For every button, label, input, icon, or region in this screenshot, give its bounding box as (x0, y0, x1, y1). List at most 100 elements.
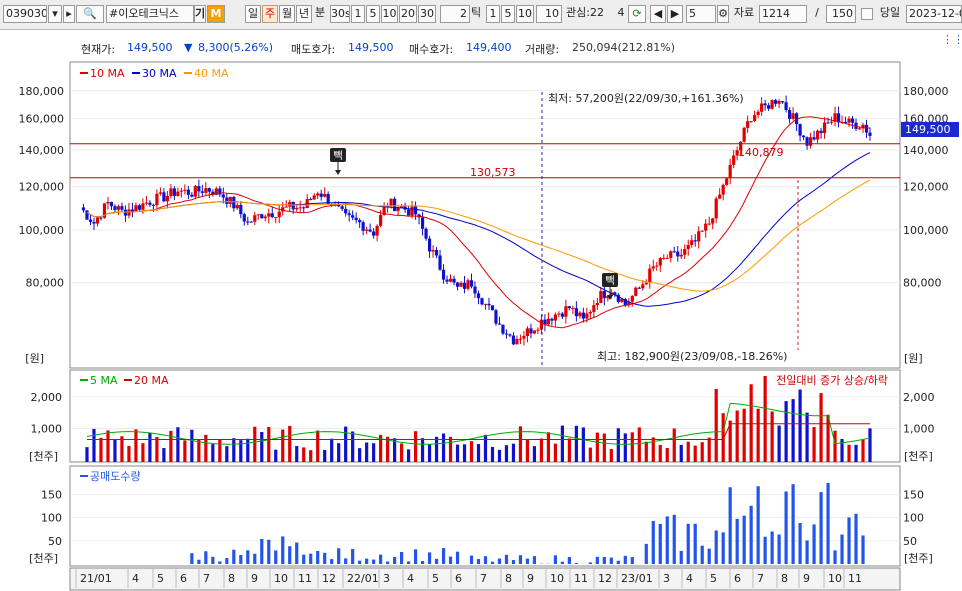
short-bar (833, 550, 837, 564)
min-20-button[interactable]: 20 (399, 5, 417, 23)
candle-body (648, 268, 652, 283)
page-input[interactable]: 150 (826, 5, 856, 23)
min-30-button[interactable]: 30 (418, 5, 436, 23)
short-bar (847, 517, 851, 564)
short-bar (427, 552, 432, 564)
period-month-button[interactable]: 월 (279, 5, 295, 23)
volume-bar (462, 444, 467, 462)
chart-canvas: 180,000 180,000160,000 160,000140,000 140,0… (19, 61, 959, 591)
short-bar (190, 553, 194, 564)
search-icon[interactable]: 🔍 (76, 5, 104, 23)
volume-bar (427, 444, 432, 462)
short-bar (225, 558, 229, 564)
data-count-select[interactable]: 1214 (759, 5, 807, 23)
volume-bar (225, 446, 229, 462)
volume-bar (595, 432, 599, 462)
code-dropdown-icon[interactable]: ▾ (48, 5, 62, 23)
prev-icon[interactable]: ◀ (650, 5, 666, 23)
volume-bar (805, 412, 809, 462)
x-axis-label: 11 (574, 572, 588, 585)
short-axis-label-right: 50 (903, 535, 917, 548)
candle-body (232, 196, 236, 209)
price-axis-label: 140,000 (19, 144, 65, 157)
short-bar (553, 555, 557, 564)
data-label: 자료 (733, 6, 755, 19)
tick-input[interactable]: 2 (440, 5, 470, 23)
tick-10-button[interactable]: 10 (516, 5, 534, 23)
candle-body (312, 195, 316, 200)
short-bar (742, 515, 746, 564)
volume-bar (141, 443, 145, 462)
volume-bar (148, 432, 152, 462)
minute-label: 분 (314, 6, 326, 19)
min-1-button[interactable]: 1 (351, 5, 365, 23)
candle-body (413, 206, 418, 215)
info-icon[interactable]: 기 (194, 5, 206, 23)
candle-body (165, 195, 169, 202)
candle-body (351, 215, 355, 218)
candle-body (106, 201, 110, 204)
volume-bar (630, 432, 634, 462)
candle-body (361, 222, 365, 231)
tick-5-button[interactable]: 5 (501, 5, 515, 23)
candle-body (662, 257, 666, 259)
candle-body (557, 313, 561, 315)
short-bar (826, 482, 830, 564)
candle-body (630, 295, 634, 302)
candle-body (452, 278, 456, 283)
volume-bar (770, 411, 774, 462)
candle-body (777, 101, 781, 104)
tick-1-button[interactable]: 1 (486, 5, 500, 23)
period-year-button[interactable]: 년 (296, 5, 312, 23)
x-axis-label: 8 (505, 572, 512, 585)
min-30s-button[interactable]: 30s (330, 5, 350, 23)
m-icon[interactable]: M (207, 5, 225, 23)
short-bar (560, 561, 564, 564)
high-annotation: 최고: 182,900원(23/09/08,-18.26%) (597, 350, 787, 363)
candle-body (459, 282, 463, 287)
min-10-button[interactable]: 10 (381, 5, 398, 23)
date-input[interactable]: 2023-12-0 (906, 5, 962, 23)
short-axis-label: 150 (41, 489, 62, 502)
candle-body (567, 306, 571, 309)
volume-bar (574, 425, 578, 462)
volume-axis-label: 1,000 (31, 422, 63, 435)
volume-bar (134, 429, 138, 462)
candle-body (819, 130, 823, 134)
short-bar (337, 548, 341, 564)
candle-body (658, 258, 662, 266)
period-day-button[interactable]: 일 (245, 5, 261, 23)
next-icon[interactable]: ▶ (667, 5, 683, 23)
volume-bar (616, 428, 620, 462)
step-input[interactable]: 5 (686, 5, 716, 23)
short-bar (434, 558, 439, 564)
step-spinner-icon[interactable]: ⚙ (717, 5, 729, 23)
candle-body (469, 280, 474, 287)
candle-body (700, 230, 704, 232)
refresh-icon[interactable]: ⟳ (628, 5, 646, 23)
candle-body (774, 100, 778, 104)
candle-body (676, 251, 680, 257)
stock-code-input[interactable]: 039030 (3, 5, 47, 23)
volume-bar (588, 447, 592, 462)
candle-body (749, 121, 753, 123)
candle-body (693, 240, 697, 242)
short-axis-label: 50 (48, 535, 62, 548)
same-day-checkbox[interactable] (861, 8, 873, 20)
candle-body (375, 225, 379, 236)
custom-tick-input[interactable]: 10 (536, 5, 562, 23)
volume-bar (560, 425, 564, 462)
volume-bar (190, 429, 194, 462)
candle-body (560, 313, 564, 317)
min-5-button[interactable]: 5 (366, 5, 380, 23)
volume-bar (742, 408, 746, 462)
next-arrow-icon[interactable]: ▸ (63, 5, 75, 23)
x-axis-label: 3 (383, 572, 390, 585)
short-bar (372, 559, 376, 564)
candle-body (431, 250, 435, 252)
short-bar (756, 486, 760, 564)
volume-bar (791, 399, 795, 462)
stock-name-field[interactable]: #이오테크닉스 (106, 5, 194, 23)
candle-body (186, 189, 190, 195)
period-week-button[interactable]: 주 (262, 5, 278, 23)
